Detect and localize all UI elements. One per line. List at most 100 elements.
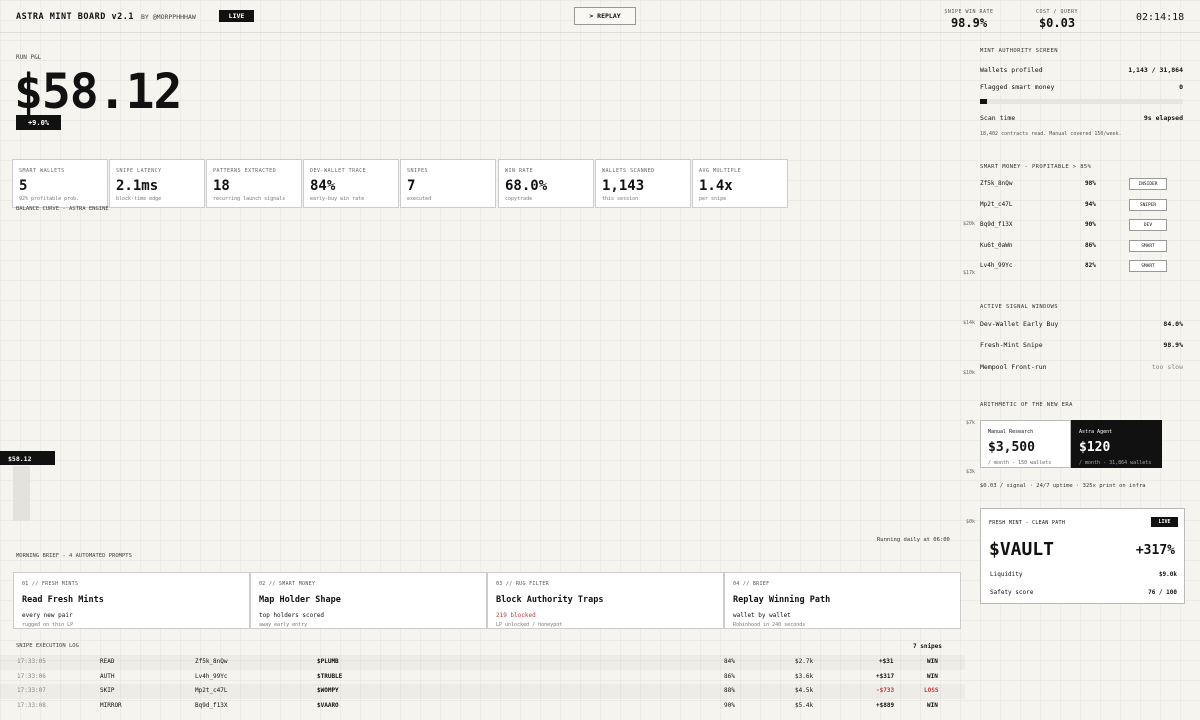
stat-card: WALLETS SCANNED 1,143 this session xyxy=(595,159,691,208)
balance-bar xyxy=(13,466,30,521)
wallet-tag-button[interactable]: SMART xyxy=(1129,260,1167,272)
wallet-tag-button[interactable]: SNIPER xyxy=(1129,199,1167,211)
table-row[interactable]: 17:33:07 SKIP Mp2t_c47L $WOMPY 88% $4.5k… xyxy=(0,684,965,699)
log-token: $TRUBLE xyxy=(317,673,343,680)
section-title: ACTIVE SIGNAL WINDOWS xyxy=(980,304,1058,310)
stat-value: 68.0% xyxy=(505,178,548,194)
smart-money-row: Mp2t_c47L 94% SNIPER xyxy=(980,199,1167,211)
wallet-id: Lv4h_99Yc xyxy=(980,262,1013,269)
smart-money-row: Ku6t_0aWn 86% SMART xyxy=(980,240,1167,252)
brief-note: LP unlocked / honeypot xyxy=(496,622,563,628)
arith-label: Astra Agent xyxy=(1079,429,1113,435)
stat-card: PATTERNS EXTRACTED 18 recurring launch s… xyxy=(206,159,302,208)
wallet-id: Mp2t_c47L xyxy=(980,201,1013,208)
y-axis-tick: $20k xyxy=(962,221,975,227)
y-axis-tick: $14k xyxy=(962,320,975,326)
stat-card: SMART WALLETS 5 92% profitable prob. xyxy=(12,159,108,208)
log-pnl: +$889 xyxy=(876,702,895,709)
stat-label: WIN RATE xyxy=(505,168,534,174)
log-size: $3.6k xyxy=(795,673,814,680)
stat-value: 84% xyxy=(310,178,336,194)
log-time: 17:33:06 xyxy=(17,673,46,680)
stat-card: AVG MULTIPLE 1.4x per snipe xyxy=(692,159,788,208)
fresh-mint-card[interactable]: FRESH MINT - CLEAN PATH LIVE $VAULT +317… xyxy=(980,508,1185,604)
stat-label: WALLETS SCANNED xyxy=(602,168,655,174)
fresh-row: Liquidity $9.0k xyxy=(990,571,1177,578)
stat-value: 18 xyxy=(213,178,230,194)
log-token: $VAARO xyxy=(317,702,339,709)
log-wallet: Bq9d_f13X xyxy=(195,702,228,709)
wallet-tag-button[interactable]: INSIDER xyxy=(1129,178,1167,190)
pnl-value: $58.12 xyxy=(14,64,182,120)
stat-value: 2.1ms xyxy=(116,178,159,194)
y-axis-tick: $17k xyxy=(962,270,975,276)
stat-card: WIN RATE 68.0% copytrade xyxy=(498,159,594,208)
log-wallet: Zf5k_8nQw xyxy=(195,658,228,665)
brief-number: 04 // BRIEF xyxy=(733,581,770,587)
log-pnl: -$733 xyxy=(876,687,895,694)
brief-card[interactable]: 01 // FRESH MINTS Read Fresh Mints every… xyxy=(13,572,250,629)
header-stat-value: 98.9% xyxy=(950,16,988,30)
smart-money-row: Zf5k_8nQw 98% INSIDER xyxy=(980,178,1167,190)
stat-sub: recurring launch signals xyxy=(213,196,286,202)
fresh-row-value: 76 / 100 xyxy=(1148,589,1177,596)
log-size: $4.5k xyxy=(795,687,814,694)
live-badge: LIVE xyxy=(219,10,254,22)
screen-row-value: 0 xyxy=(1179,83,1183,91)
brief-title-text: Block Authority Traps xyxy=(496,595,604,605)
signal-row: Dev-Wallet Early Buy 84.0% xyxy=(980,320,1183,328)
stat-label: DEV-WALLET TRACE xyxy=(310,168,367,174)
log-action: AUTH xyxy=(100,673,115,680)
signal-label: Mempool Front-run xyxy=(980,363,1047,371)
log-score: 88% xyxy=(724,687,735,694)
header-stat-label: SNIPE WIN RATE xyxy=(944,9,994,15)
y-axis-tick: $0k xyxy=(965,519,975,525)
arith-sub: / month - 31,864 wallets xyxy=(1079,460,1152,466)
header-stat-value: $0.03 xyxy=(1038,16,1076,30)
brief-number: 01 // FRESH MINTS xyxy=(22,581,79,587)
header-stat-cost: COST / QUERY $0.03 xyxy=(1030,9,1084,30)
stat-label: SMART WALLETS xyxy=(19,168,65,174)
wallet-id: Zf5k_8nQw xyxy=(980,180,1013,187)
table-row[interactable]: 17:33:06 AUTH Lv4h_99Yc $TRUBLE 86% $3.6… xyxy=(0,670,965,685)
log-count: 7 snipes xyxy=(913,643,942,650)
brief-card[interactable]: 02 // SMART MONEY Map Holder Shape top h… xyxy=(250,572,487,629)
stat-value: 1.4x xyxy=(699,178,733,194)
arithmetic-footnote: $0.03 / signal · 24/7 uptime · 325x prin… xyxy=(980,483,1146,489)
brief-number: 03 // RUG FILTER xyxy=(496,581,549,587)
smart-money-row: Lv4h_99Yc 82% SMART xyxy=(980,260,1167,272)
wallet-tag-button[interactable]: SMART xyxy=(1129,240,1167,252)
stat-card: SNIPES 7 executed xyxy=(400,159,496,208)
brief-sub: wallet by wallet xyxy=(733,612,791,619)
brief-sub: 219 blocked xyxy=(496,612,536,619)
replay-button[interactable]: > REPLAY xyxy=(574,7,636,25)
fresh-mint-label: FRESH MINT - CLEAN PATH xyxy=(989,520,1066,526)
pnl-change-badge: +9.0% xyxy=(16,115,61,130)
table-row[interactable]: 17:33:08 MIRROR Bq9d_f13X $VAARO 90% $5.… xyxy=(0,699,965,714)
brief-card[interactable]: 04 // BRIEF Replay Winning Path wallet b… xyxy=(724,572,961,629)
pnl-label: RUN P&L xyxy=(16,54,42,61)
log-result: WIN xyxy=(927,658,938,665)
signal-label: Fresh-Mint Snipe xyxy=(980,341,1043,349)
stat-sub: executed xyxy=(407,196,432,202)
log-size: $2.7k xyxy=(795,658,814,665)
log-action: SKIP xyxy=(100,687,115,694)
scan-progress-fill xyxy=(980,99,988,104)
signal-value: 98.9% xyxy=(1163,341,1183,349)
brief-title-text: Replay Winning Path xyxy=(733,595,831,605)
log-pnl: +$317 xyxy=(876,673,895,680)
schedule-note: Running daily at 06:00 xyxy=(877,537,950,543)
stat-label: AVG MULTIPLE xyxy=(699,168,742,174)
stat-value: 1,143 xyxy=(602,178,645,194)
wallet-tag-button[interactable]: DEV xyxy=(1129,219,1167,231)
log-token: $WOMPY xyxy=(317,687,339,694)
y-axis-tick: $10k xyxy=(962,370,975,376)
log-result: WIN xyxy=(927,673,938,680)
brief-card[interactable]: 03 // RUG FILTER Block Authority Traps 2… xyxy=(487,572,724,629)
stat-sub: this session xyxy=(602,196,639,202)
screen-row-label: Wallets profiled xyxy=(980,66,1043,74)
brief-title-text: Map Holder Shape xyxy=(259,595,341,605)
manual-research-card: Manual Research $3,500 / month - 150 wal… xyxy=(980,420,1071,468)
header-stat-win-rate: SNIPE WIN RATE 98.9% xyxy=(944,9,994,30)
table-row[interactable]: 17:33:05 READ Zf5k_8nQw $PLUMB 84% $2.7k… xyxy=(0,655,965,670)
